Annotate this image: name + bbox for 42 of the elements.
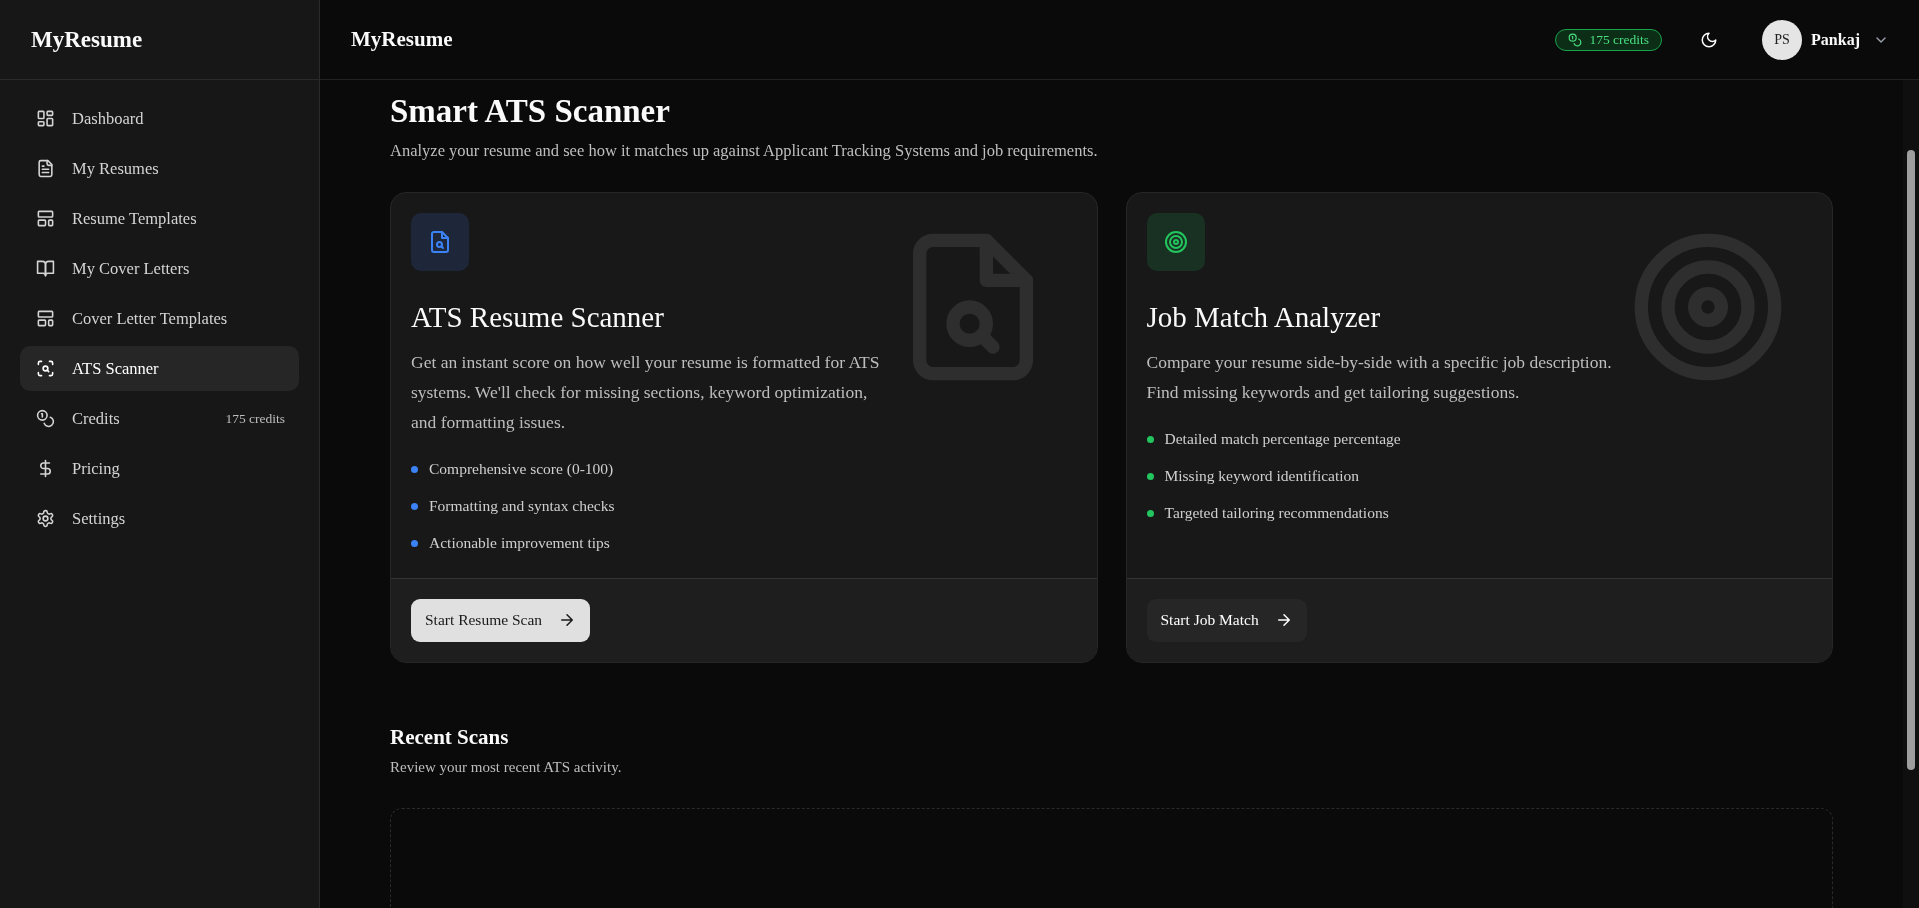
start-button[interactable]: Start Job Match — [1146, 598, 1307, 642]
layout-icon — [36, 209, 55, 228]
sidebar-item[interactable]: My Cover Letters — [20, 246, 299, 291]
credits-badge[interactable]: 175 credits — [1555, 28, 1663, 51]
card-title: ATS Resume Scanner — [411, 299, 665, 335]
feature-text: Missing keyword identification — [1164, 467, 1360, 486]
sidebar-item[interactable]: ATS Scanner — [20, 346, 299, 391]
feature-text: Formatting and syntax checks — [429, 497, 615, 516]
section-title: Recent Scans — [390, 724, 510, 750]
sidebar-item[interactable]: Dashboard — [20, 96, 299, 141]
coins-icon — [1568, 32, 1583, 47]
feature-text: Actionable improvement tips — [429, 534, 610, 553]
app-title: MyResume — [351, 27, 453, 52]
user-avatar[interactable]: PS — [1762, 19, 1803, 60]
document-icon — [36, 159, 55, 178]
feature-text: Detailed match percentage percentage — [1164, 430, 1401, 449]
settings-icon — [36, 509, 55, 528]
sidebar-item[interactable]: Pricing — [20, 446, 299, 491]
sidebar-item[interactable]: Resume Templates — [20, 196, 299, 241]
scan-icon — [36, 359, 55, 378]
sidebar-item[interactable]: Credits 175 credits — [20, 396, 299, 441]
feature-text: Targeted tailoring recommendations — [1164, 504, 1389, 523]
moon-icon — [1700, 30, 1719, 49]
book-icon — [36, 259, 55, 278]
page-subtitle: Analyze your resume and see how it matches up against Applicant Tracking Systems and job requirements. — [390, 140, 1099, 161]
sidebar-item[interactable]: Settings — [20, 496, 299, 541]
coins-icon — [36, 409, 55, 428]
dashboard-icon — [36, 109, 55, 128]
scrollbar[interactable] — [1903, 80, 1919, 908]
sidebar-item[interactable]: Cover Letter Templates — [20, 296, 299, 341]
app-logo[interactable]: MyResume — [31, 26, 143, 53]
feature-text: Comprehensive score (0-100) — [429, 460, 614, 479]
card-title: Job Match Analyzer — [1146, 299, 1382, 335]
credit-count: 175 credits — [225, 410, 285, 427]
section-subtitle: Review your most recent ATS activity. — [390, 758, 623, 776]
card-description: Get an instant score on how well your resume is formatted for ATS systems. We'll check for missing sections, keyword optimization, and formatting issues. — [411, 350, 881, 434]
page-title: Smart ATS Scanner — [390, 92, 671, 131]
layout-icon — [36, 309, 55, 328]
card-description: Compare your resume side-by-side with a specific job description. Find missing keywords and get tailoring suggestions. — [1146, 350, 1613, 404]
sidebar-item[interactable]: My Resumes — [20, 146, 299, 191]
user-name[interactable]: Pankaj — [1811, 30, 1860, 49]
start-button[interactable]: Start Resume Scan — [411, 598, 591, 642]
